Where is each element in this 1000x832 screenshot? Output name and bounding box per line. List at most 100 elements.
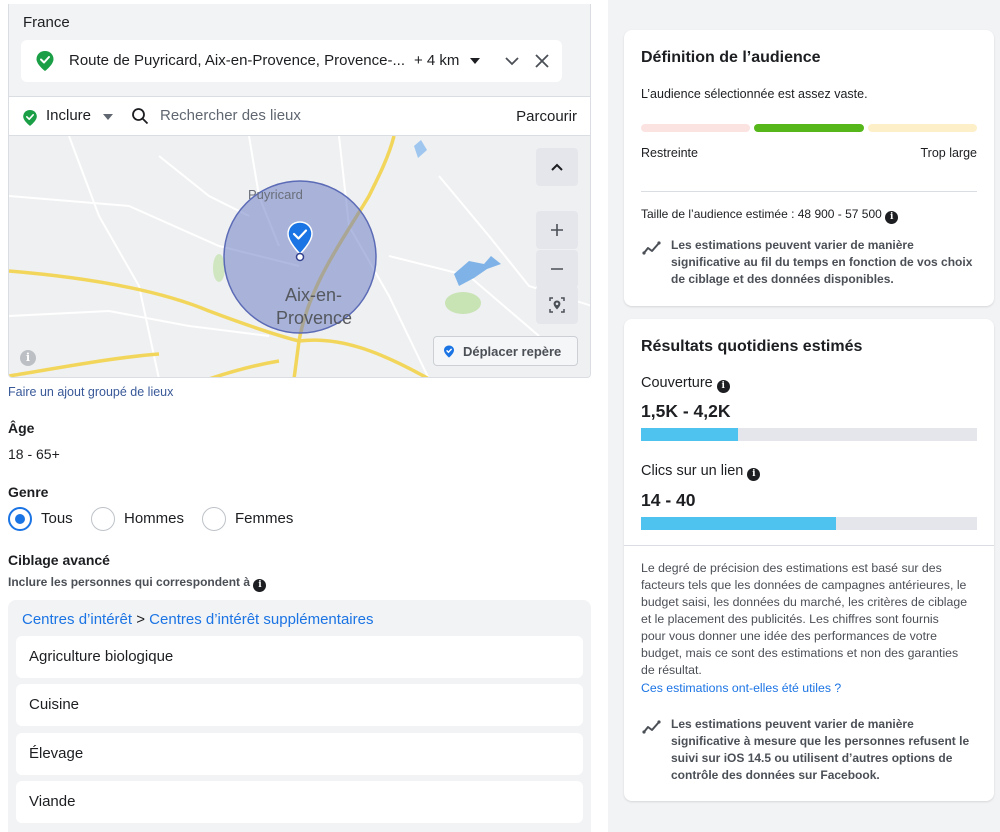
move-pin-button[interactable]: Déplacer repère [433, 336, 578, 366]
interest-label: Élevage [29, 745, 84, 762]
bulk-add-locations-link[interactable]: Faire un ajout groupé de lieux [8, 385, 173, 399]
daily-results-card: Résultats quotidiens estimés Couverture … [624, 319, 994, 801]
gauge-right-label: Trop large [920, 146, 977, 160]
location-search-input[interactable]: Rechercher des lieux [160, 107, 301, 124]
chevron-down-icon[interactable] [504, 53, 520, 69]
audience-note-line: de ciblage et des données disponibles. [671, 272, 894, 286]
clicks-bar [641, 517, 977, 530]
minus-icon [551, 268, 563, 270]
zoom-in-button[interactable] [536, 211, 578, 249]
move-pin-label: Déplacer repère [463, 344, 562, 359]
explanation-line: pour vous donner une idée des performanc… [641, 629, 937, 643]
interest-item[interactable]: Cuisine [16, 684, 583, 726]
gender-title: Genre [8, 484, 49, 500]
country-label: France [23, 14, 70, 31]
advanced-targeting-title: Ciblage avancé [8, 552, 110, 568]
explanation-line: et le placement des publicités. Les chif… [641, 612, 939, 626]
gauge-left-label: Restreinte [641, 146, 698, 160]
include-dropdown[interactable]: Inclure [46, 107, 91, 124]
ios-note-line: Les estimations peuvent varier de manièr… [671, 717, 914, 731]
clicks-label-text: Clics sur un lien [641, 463, 744, 479]
gender-radio-all[interactable] [8, 507, 32, 531]
caret-down-icon[interactable] [469, 56, 481, 66]
audience-description: L’audience sélectionnée est assez vaste. [641, 87, 868, 101]
gender-option-label: Femmes [235, 510, 294, 527]
audience-note-line: Les estimations peuvent varier de manièr… [671, 238, 914, 252]
collapse-map-button[interactable] [536, 148, 578, 186]
gender-option-label: Hommes [124, 510, 185, 527]
radius-selector[interactable]: + 4 km [414, 52, 459, 69]
location-row[interactable]: Route de Puyricard, Aix-en-Provence, Pro… [21, 40, 562, 82]
feedback-link[interactable]: Ces estimations ont-elles été utiles ? [641, 681, 841, 695]
ios-note-line: suivi sur iOS 14.5 ou utilisent d’autres… [671, 751, 953, 765]
explanation-line: Le degré de précision des estimations es… [641, 561, 942, 575]
info-icon[interactable]: i [716, 380, 730, 393]
info-icon[interactable]: i [253, 579, 267, 592]
ios-note-line: contrôle des données sur Facebook. [671, 768, 880, 782]
age-title: Âge [8, 420, 35, 436]
chevron-up-icon [551, 163, 563, 171]
breadcrumb: Centres d’intérêt > Centres d’intérêt su… [22, 611, 373, 628]
divider [641, 191, 977, 192]
map-info-icon[interactable]: i [20, 350, 36, 366]
map-label-aix-1: Aix-en- [285, 285, 342, 305]
reach-bar [641, 428, 977, 441]
audience-gauge-broad [868, 124, 977, 132]
location-address: Route de Puyricard, Aix-en-Provence, Pro… [69, 52, 405, 69]
targeting-panel: France Route de Puyricard, Aix-en-Proven… [0, 0, 600, 832]
include-search-bar: Inclure Rechercher des lieux Parcourir [8, 96, 591, 136]
plus-icon [551, 224, 563, 236]
estimates-sidebar: Définition de l’audience L’audience séle… [608, 0, 1000, 832]
reach-label-text: Couverture [641, 375, 713, 391]
audience-size: Taille de l’audience estimée : 48 900 - … [641, 207, 899, 224]
audience-definition-card: Définition de l’audience L’audience séle… [624, 30, 994, 306]
map-label-aix-2: Provence [276, 308, 352, 328]
close-icon[interactable] [533, 52, 551, 70]
explanation-line: budget, mais ce sont des estimations et … [641, 646, 959, 660]
locate-button[interactable] [536, 286, 578, 324]
audience-gauge-active [754, 124, 864, 132]
gender-radio-women[interactable] [202, 507, 226, 531]
reach-value: 1,5K - 4,2K [641, 401, 731, 421]
pin-icon [444, 345, 454, 358]
ios-note-line: significative à mesure que les personnes… [671, 734, 970, 748]
include-pin-icon [23, 110, 37, 126]
audience-note-line: significative au fil du temps en fonctio… [671, 255, 973, 269]
info-icon[interactable]: i [885, 211, 899, 224]
interest-item[interactable]: Viande [16, 781, 583, 823]
audience-size-text: Taille de l’audience estimée : 48 900 - … [641, 207, 882, 221]
interest-item[interactable]: Agriculture biologique [16, 636, 583, 678]
breadcrumb-interests[interactable]: Centres d’intérêt [22, 611, 132, 628]
interest-label: Agriculture biologique [29, 648, 174, 665]
search-icon [132, 108, 149, 125]
interest-item[interactable]: Élevage [16, 733, 583, 775]
map-view[interactable]: Puyricard Aix-en- Provence i Déplacer re… [8, 135, 591, 378]
clicks-bar-fill [641, 517, 836, 530]
audience-gauge-narrow [641, 124, 750, 132]
clicks-value: 14 - 40 [641, 490, 696, 510]
browse-button[interactable]: Parcourir [516, 108, 577, 125]
gender-radio-men[interactable] [91, 507, 115, 531]
interest-label: Viande [29, 793, 76, 810]
trend-icon [642, 241, 661, 255]
caret-down-icon[interactable] [102, 112, 114, 122]
age-value[interactable]: 18 - 65+ [8, 446, 60, 462]
audience-title: Définition de l’audience [641, 49, 821, 66]
gender-option-label: Tous [41, 510, 73, 527]
daily-results-title: Résultats quotidiens estimés [641, 338, 863, 355]
map-label-puyricard: Puyricard [248, 187, 303, 202]
explanation-line: de résultat. [641, 663, 702, 677]
location-panel: France Route de Puyricard, Aix-en-Proven… [8, 4, 591, 96]
subtitle-text: Inclure les personnes qui correspondent … [8, 575, 251, 589]
explanation-line: budget saisi, les données du marché, les… [641, 595, 968, 609]
zoom-out-button[interactable] [536, 250, 578, 288]
locate-icon [549, 297, 565, 313]
location-pin-check-icon [36, 51, 54, 71]
info-icon[interactable]: i [747, 468, 761, 481]
divider [624, 545, 994, 546]
reach-label: Couverture i [641, 375, 730, 393]
breadcrumb-additional-interests[interactable]: Centres d’intérêt supplémentaires [149, 611, 373, 628]
breadcrumb-separator: > [136, 611, 145, 628]
clicks-label: Clics sur un lien i [641, 463, 761, 481]
trend-icon [642, 720, 661, 734]
